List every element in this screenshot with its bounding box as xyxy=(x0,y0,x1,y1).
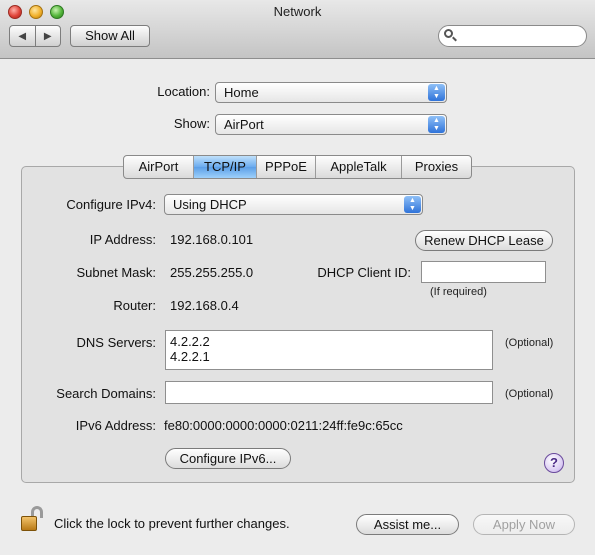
apply-now-button[interactable]: Apply Now xyxy=(473,514,575,535)
back-arrow-icon[interactable]: ◀ xyxy=(10,26,35,46)
dhcp-client-id-field[interactable] xyxy=(421,261,546,283)
location-popup[interactable]: Home ▲ ▼ xyxy=(215,82,447,103)
search-domains-optional-hint: (Optional) xyxy=(505,388,554,400)
client-id-hint: (If required) xyxy=(430,286,487,298)
router-value: 192.168.0.4 xyxy=(170,298,239,313)
dns-servers-label: DNS Servers: xyxy=(76,335,156,350)
tab-appletalk[interactable]: AppleTalk xyxy=(315,156,401,178)
router-label: Router: xyxy=(113,298,156,313)
forward-arrow-icon[interactable]: ▶ xyxy=(34,26,61,46)
lock-icon[interactable] xyxy=(20,505,44,533)
assist-me-button[interactable]: Assist me... xyxy=(356,514,459,535)
show-popup[interactable]: AirPort ▲ ▼ xyxy=(215,114,447,135)
window-title: Network xyxy=(273,4,322,19)
dns-optional-hint: (Optional) xyxy=(505,337,554,349)
tab-airport[interactable]: AirPort xyxy=(124,156,193,178)
location-label: Location: xyxy=(157,84,210,99)
dhcp-client-id-label: DHCP Client ID: xyxy=(317,265,411,280)
tab-bar: AirPort TCP/IP PPPoE AppleTalk Proxies xyxy=(123,155,472,179)
configure-ipv4-value: Using DHCP xyxy=(173,197,247,212)
help-icon[interactable]: ? xyxy=(544,453,564,473)
back-forward-group: ◀ ▶ xyxy=(9,25,61,47)
tab-proxies[interactable]: Proxies xyxy=(401,156,471,178)
subnet-mask-value: 255.255.255.0 xyxy=(170,265,254,280)
tab-pppoe[interactable]: PPPoE xyxy=(256,156,315,178)
renew-dhcp-lease-button[interactable]: Renew DHCP Lease xyxy=(415,230,553,251)
dns-servers-field[interactable]: 4.2.2.2 4.2.2.1 xyxy=(165,330,493,370)
popup-arrows-icon: ▲ ▼ xyxy=(428,116,445,133)
search-domains-field[interactable] xyxy=(165,381,493,404)
ipv6-address-value: fe80:0000:0000:0000:0211:24ff:fe9c:65cc xyxy=(164,418,403,433)
show-label: Show: xyxy=(173,116,210,131)
ipv6-address-label: IPv6 Address: xyxy=(75,418,156,433)
configure-ipv6-button[interactable]: Configure IPv6... xyxy=(165,448,291,469)
title-toolbar: Network ◀ ▶ Show All xyxy=(0,0,595,59)
popup-arrows-icon: ▲ ▼ xyxy=(428,84,445,101)
ip-address-label: IP Address: xyxy=(89,232,156,247)
tab-tcpip[interactable]: TCP/IP xyxy=(193,156,256,178)
search-icon xyxy=(444,29,453,38)
popup-arrows-icon: ▲ ▼ xyxy=(404,196,421,213)
subnet-mask-label: Subnet Mask: xyxy=(76,265,157,280)
dns-server-entry: 4.2.2.2 xyxy=(170,334,210,349)
show-value: AirPort xyxy=(224,117,264,132)
search-domains-value xyxy=(166,382,170,397)
lock-message: Click the lock to prevent further change… xyxy=(54,516,290,531)
show-all-button[interactable]: Show All xyxy=(70,25,150,47)
search-input[interactable] xyxy=(438,25,587,47)
configure-ipv4-label: Configure IPv4: xyxy=(66,197,156,212)
dhcp-client-id-value xyxy=(422,262,426,277)
search-domains-label: Search Domains: xyxy=(56,386,156,401)
location-value: Home xyxy=(224,85,259,100)
dns-server-entry: 4.2.2.1 xyxy=(170,349,210,364)
network-preferences-window: Network ◀ ▶ Show All Location: Home ▲ ▼ S… xyxy=(0,0,595,555)
ip-address-value: 192.168.0.101 xyxy=(170,232,254,247)
configure-ipv4-popup[interactable]: Using DHCP ▲ ▼ xyxy=(164,194,423,215)
lock-body xyxy=(21,516,37,531)
